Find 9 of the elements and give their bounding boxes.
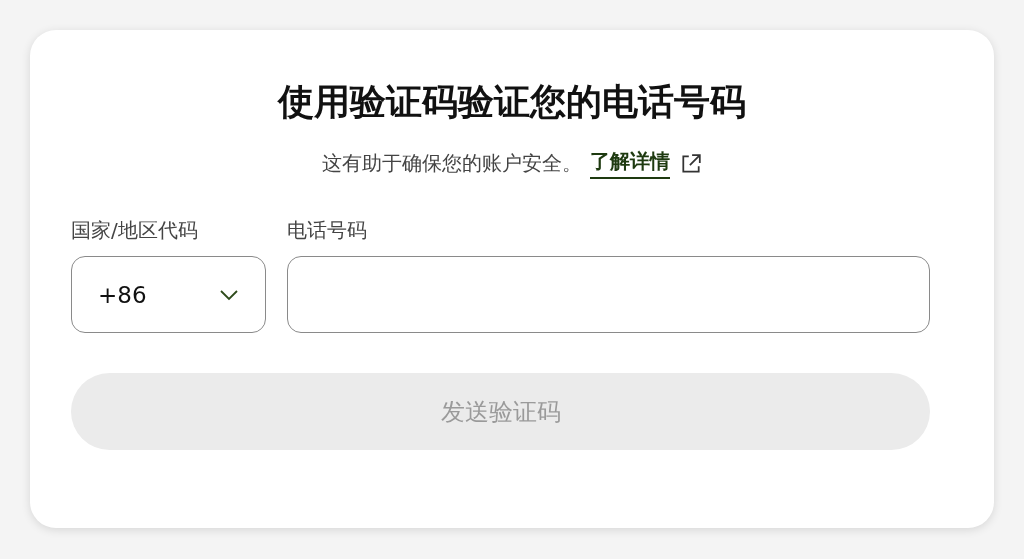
learn-more-link[interactable]: 了解详情 (590, 148, 670, 179)
chevron-down-icon (219, 288, 239, 301)
phone-input-field[interactable] (287, 256, 930, 333)
external-link-icon (680, 152, 702, 175)
field-label: 电话号码 (287, 217, 368, 244)
dialog-title: 使用验证码验证您的电话号码 (276, 80, 747, 124)
subtitle-text: 这有助于确保您的账户安全。 (322, 150, 582, 177)
field-label: 国家/地区代码 (71, 217, 199, 244)
country-code-select[interactable]: +86 (71, 256, 266, 333)
